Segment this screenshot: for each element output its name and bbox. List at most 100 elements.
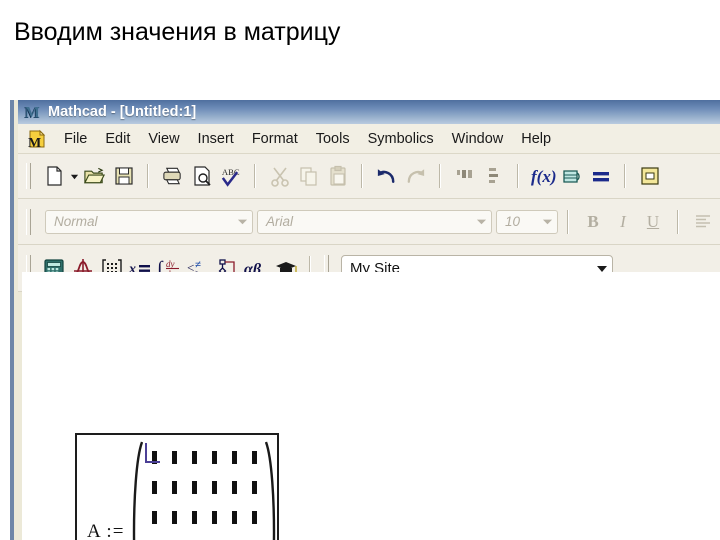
align-left-icon <box>688 207 717 236</box>
matrix-cell-2-3[interactable] <box>204 502 224 532</box>
matrix-cell-3-1[interactable] <box>164 532 184 540</box>
toolbar-separator <box>517 164 519 188</box>
formatting-toolbar: Normal Arial 10 B I U <box>18 199 720 245</box>
component-icon[interactable] <box>635 162 664 191</box>
print-preview-icon[interactable] <box>187 162 216 191</box>
menu-item-insert[interactable]: Insert <box>189 129 243 149</box>
matrix-placeholder <box>171 450 177 464</box>
matrix-placeholder <box>251 510 257 524</box>
matrix-cell-0-0[interactable] <box>144 442 164 472</box>
menu-item-edit[interactable]: Edit <box>96 129 139 149</box>
matrix-placeholder <box>151 510 157 524</box>
font-dropdown-value: Arial <box>266 214 294 229</box>
undo-arrow-icon[interactable] <box>372 162 401 191</box>
style-dropdown[interactable]: Normal <box>45 209 253 234</box>
font-size-dropdown[interactable]: 10 <box>496 209 558 234</box>
matrix-cell-2-5[interactable] <box>244 502 264 532</box>
matrix-placeholder <box>211 450 217 464</box>
title-bar: M M Mathcad - [Untitled:1] <box>18 100 720 124</box>
document-canvas[interactable]: A := <box>22 272 720 540</box>
matrix-placeholder <box>171 480 177 494</box>
page-title: Вводим значения в матрицу <box>14 18 341 46</box>
toolbar-grip[interactable] <box>26 163 31 189</box>
new-page-icon[interactable] <box>39 162 68 191</box>
menu-item-tools[interactable]: Tools <box>307 129 359 149</box>
menu-item-window[interactable]: Window <box>443 129 513 149</box>
measuring-cup-icon[interactable] <box>557 162 586 191</box>
scissors-icon <box>265 162 294 191</box>
matrix-cell-0-2[interactable] <box>184 442 204 472</box>
matrix-cell-1-0[interactable] <box>144 472 164 502</box>
copy-icon <box>294 162 323 191</box>
matrix-cell-1-2[interactable] <box>184 472 204 502</box>
matrix-cell-0-5[interactable] <box>244 442 264 472</box>
toolbar-grip[interactable] <box>26 208 31 235</box>
menu-item-file[interactable]: File <box>55 129 96 149</box>
svg-text:M: M <box>28 136 41 149</box>
chevron-down-icon <box>471 216 491 227</box>
toolbar-separator <box>677 209 679 234</box>
matrix-cell-3-5[interactable] <box>244 532 264 540</box>
matrix-placeholder <box>231 510 237 524</box>
matrix-placeholder <box>191 450 197 464</box>
matrix-cell-0-1[interactable] <box>164 442 184 472</box>
underline-button[interactable]: U <box>638 208 668 236</box>
matrix-cell-2-1[interactable] <box>164 502 184 532</box>
matrix-placeholder <box>151 450 157 464</box>
chevron-down-icon <box>537 216 557 227</box>
matrix-cell-2-4[interactable] <box>224 502 244 532</box>
menu-item-format[interactable]: Format <box>243 129 307 149</box>
equals-icon[interactable] <box>586 162 615 191</box>
menu-item-help[interactable]: Help <box>512 129 560 149</box>
fx-function-icon[interactable]: f(x) <box>528 162 557 191</box>
menu-item-view[interactable]: View <box>139 129 188 149</box>
chevron-down-icon[interactable] <box>68 162 80 191</box>
matrix-cell-1-3[interactable] <box>204 472 224 502</box>
matrix-cell-1-4[interactable] <box>224 472 244 502</box>
floppy-disk-icon[interactable] <box>109 162 138 191</box>
matrix-grid[interactable] <box>143 440 265 540</box>
matrix-cell-2-0[interactable] <box>144 502 164 532</box>
matrix-right-bracket-icon <box>265 440 276 540</box>
matrix-selection-region[interactable]: A := <box>75 433 279 540</box>
matrix-left-bracket-icon <box>132 440 144 540</box>
document-m-icon: M <box>26 129 46 151</box>
printer-icon[interactable] <box>158 162 187 191</box>
matrix-placeholder <box>191 510 197 524</box>
matrix-cell-2-2[interactable] <box>184 502 204 532</box>
matrix-cell-3-4[interactable] <box>224 532 244 540</box>
bold-button[interactable]: B <box>578 208 608 236</box>
menu-item-symbolics[interactable]: Symbolics <box>359 129 443 149</box>
matrix-assignment-label: A := <box>87 521 125 540</box>
matrix-cell-3-3[interactable] <box>204 532 224 540</box>
font-size-value: 10 <box>505 214 521 229</box>
font-dropdown[interactable]: Arial <box>257 209 492 234</box>
svg-text:M: M <box>25 104 40 121</box>
matrix-body[interactable] <box>132 440 276 540</box>
toolbar-separator <box>624 164 626 188</box>
clipboard-icon <box>323 162 352 191</box>
matrix-placeholder <box>151 480 157 494</box>
matrix-cell-0-4[interactable] <box>224 442 244 472</box>
matrix-cell-0-3[interactable] <box>204 442 224 472</box>
abc-check-icon[interactable]: ABC <box>216 162 245 191</box>
svg-text:ABC: ABC <box>222 167 240 177</box>
svg-text:dy: dy <box>166 259 175 269</box>
window-title: Mathcad - [Untitled:1] <box>48 104 197 120</box>
mathcad-application-window: M M Mathcad - [Untitled:1] M File Edit V… <box>10 100 720 540</box>
open-folder-icon[interactable] <box>80 162 109 191</box>
toolbar-separator <box>439 164 441 188</box>
italic-button[interactable]: I <box>608 208 638 236</box>
matrix-placeholder <box>211 510 217 524</box>
matrix-cell-3-0[interactable] <box>144 532 164 540</box>
matrix-cell-3-2[interactable] <box>184 532 204 540</box>
matrix-expression[interactable]: A := <box>87 435 276 540</box>
matrix-placeholder <box>231 450 237 464</box>
menu-bar: M File Edit View Insert Format Tools Sym… <box>18 124 720 154</box>
mathcad-m-icon: M M <box>24 104 41 122</box>
matrix-cell-1-1[interactable] <box>164 472 184 502</box>
toolbar-separator <box>567 209 569 234</box>
align-across-icon <box>450 162 479 191</box>
matrix-cell-1-5[interactable] <box>244 472 264 502</box>
chevron-down-icon <box>232 216 252 227</box>
